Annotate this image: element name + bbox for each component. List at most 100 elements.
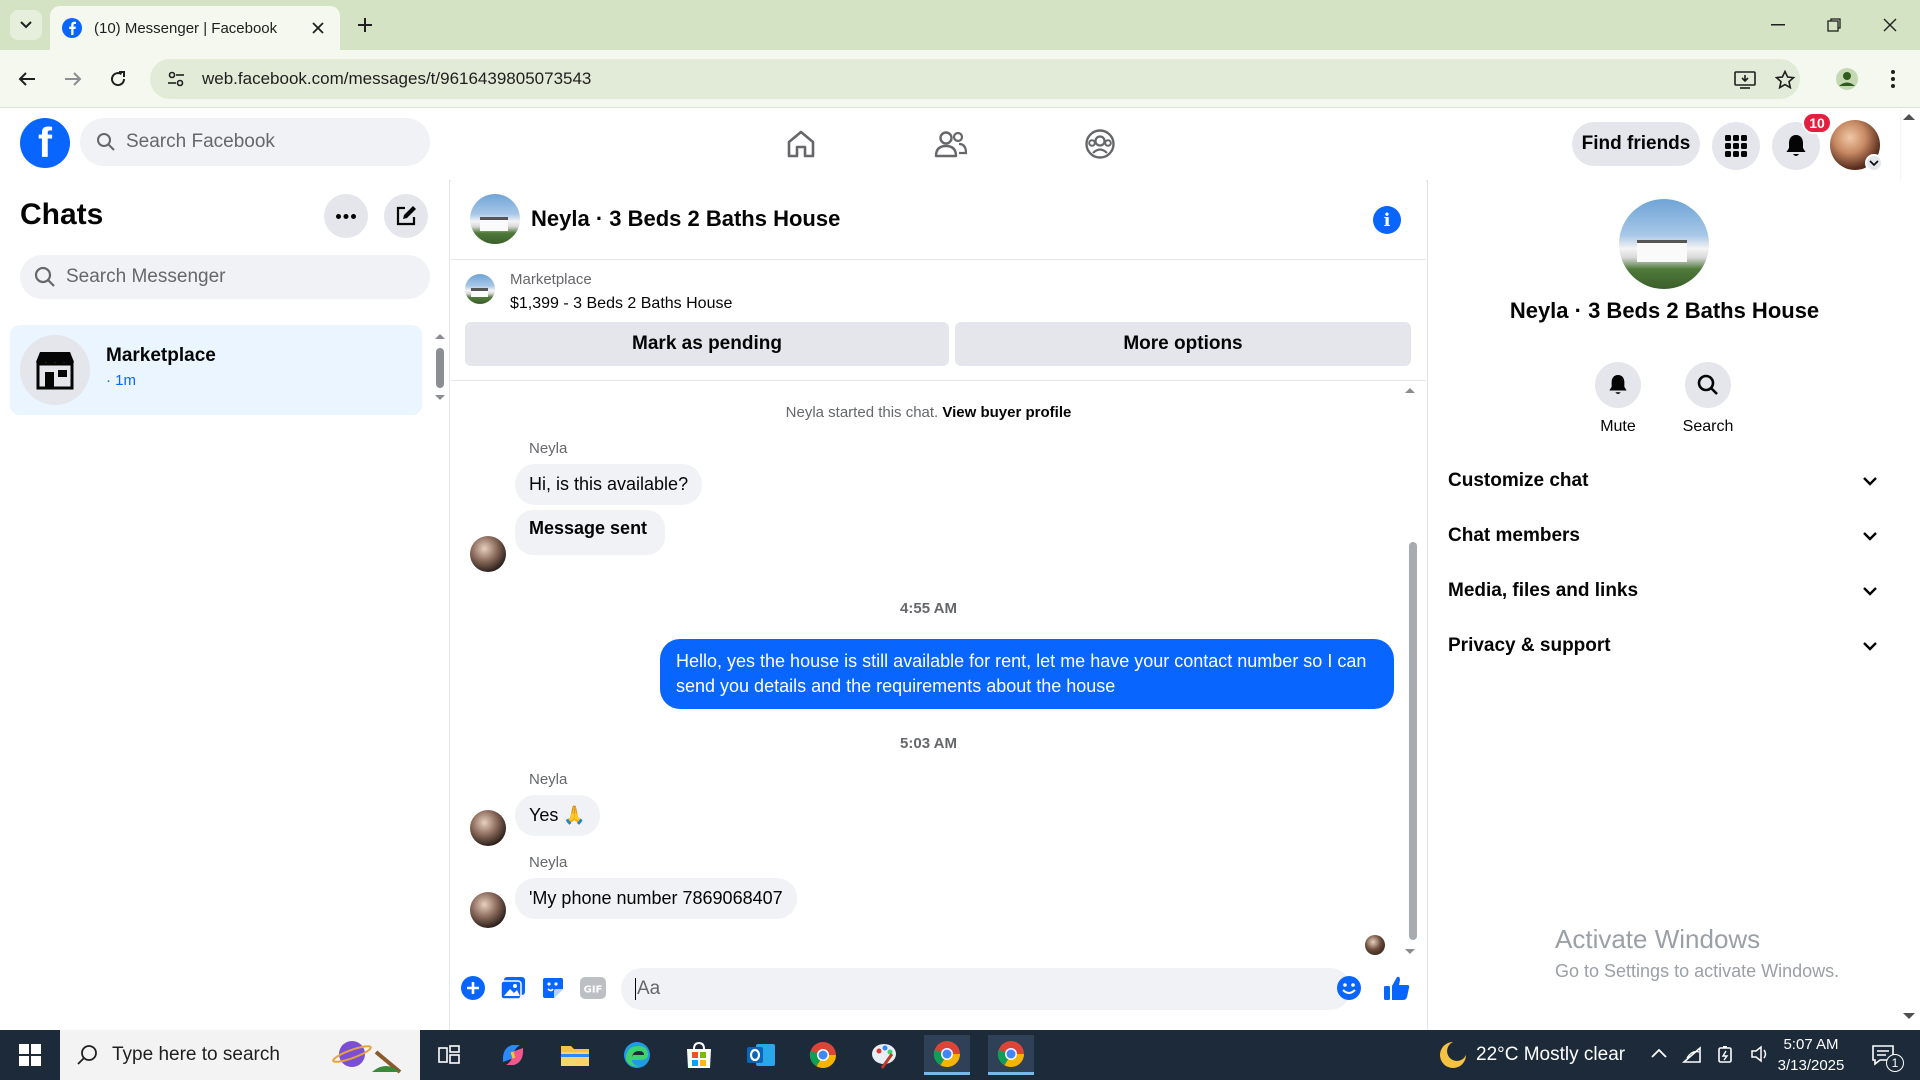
view-buyer-profile-link[interactable]: View buyer profile bbox=[942, 404, 1071, 421]
chats-sidebar: Chats Search Messenger Marketplace · 1m bbox=[0, 180, 450, 1030]
chevron-up-icon[interactable] bbox=[1650, 1044, 1668, 1064]
battery-icon[interactable] bbox=[1716, 1044, 1736, 1064]
scroll-down-arrow-icon[interactable] bbox=[434, 394, 446, 402]
search-action[interactable]: Search bbox=[1658, 362, 1758, 436]
sticker-icon[interactable] bbox=[539, 974, 567, 1002]
chrome-active-window-icon[interactable] bbox=[988, 1035, 1034, 1075]
page-scroll-down-arrow-icon[interactable] bbox=[1902, 1012, 1916, 1021]
chats-scrollbar-thumb[interactable] bbox=[436, 348, 444, 388]
task-view-icon[interactable] bbox=[426, 1035, 472, 1075]
conversation-panel: Neyla · 3 Beds 2 Baths House i Marketpla… bbox=[451, 180, 1426, 1030]
network-icon[interactable] bbox=[1682, 1044, 1702, 1064]
menu-grid-button[interactable] bbox=[1712, 122, 1760, 170]
privacy-support-section[interactable]: Privacy & support bbox=[1448, 626, 1878, 666]
chat-name: Marketplace bbox=[106, 345, 216, 366]
back-arrow-icon[interactable] bbox=[12, 64, 42, 94]
file-explorer-icon[interactable] bbox=[552, 1035, 598, 1075]
info-icon[interactable]: i bbox=[1373, 206, 1401, 234]
scroll-up-arrow-icon[interactable] bbox=[1404, 386, 1416, 394]
microsoft-store-icon[interactable] bbox=[676, 1035, 722, 1075]
thumbs-up-icon[interactable] bbox=[1383, 974, 1411, 1002]
incoming-message-bubble[interactable]: 'My phone number 7869068407 bbox=[515, 878, 797, 919]
more-options-button[interactable]: More options bbox=[955, 322, 1411, 366]
incoming-message-bubble[interactable]: Yes 🙏 bbox=[515, 795, 600, 836]
facebook-search-input[interactable]: Search Facebook bbox=[80, 118, 430, 166]
chats-options-button[interactable] bbox=[324, 194, 368, 238]
bell-icon bbox=[1786, 135, 1806, 156]
browser-tab-messenger[interactable]: (10) Messenger | Facebook bbox=[50, 6, 340, 50]
browser-tab-strip: (10) Messenger | Facebook bbox=[0, 0, 1920, 50]
tab-search-button[interactable] bbox=[10, 10, 42, 40]
close-window-icon[interactable] bbox=[1870, 10, 1910, 40]
tab-close-icon[interactable] bbox=[308, 18, 328, 38]
reload-icon[interactable] bbox=[103, 64, 133, 94]
messenger-search-input[interactable]: Search Messenger bbox=[20, 255, 430, 299]
section-label: Chat members bbox=[1448, 525, 1580, 546]
page-scroll-up-arrow-icon[interactable] bbox=[1902, 112, 1916, 121]
bell-icon bbox=[1595, 362, 1641, 408]
browser-menu-icon[interactable] bbox=[1878, 64, 1908, 94]
facebook-logo[interactable]: f bbox=[20, 118, 70, 168]
account-avatar[interactable] bbox=[1830, 120, 1883, 172]
listing-profile-photo[interactable] bbox=[1619, 199, 1709, 289]
section-label: Privacy & support bbox=[1448, 635, 1611, 656]
message-input-placeholder: Aa bbox=[637, 978, 661, 999]
scroll-up-arrow-icon[interactable] bbox=[434, 332, 446, 340]
restore-window-icon[interactable] bbox=[1814, 10, 1854, 40]
photo-attach-icon[interactable] bbox=[499, 974, 527, 1002]
find-friends-button[interactable]: Find friends bbox=[1572, 122, 1700, 166]
scroll-down-arrow-icon[interactable] bbox=[1404, 948, 1416, 956]
plus-circle-icon[interactable] bbox=[459, 974, 487, 1002]
thread-scrollbar-thumb[interactable] bbox=[1409, 542, 1417, 940]
chrome-window-icon[interactable] bbox=[924, 1035, 970, 1075]
conversation-title[interactable]: Neyla · 3 Beds 2 Baths House bbox=[531, 206, 840, 232]
message-composer: GIF Aa bbox=[451, 964, 1426, 1020]
mute-action[interactable]: Mute bbox=[1568, 362, 1668, 436]
windows-start-icon[interactable] bbox=[0, 1030, 60, 1080]
new-message-button[interactable] bbox=[384, 194, 428, 238]
listing-thumbnail[interactable] bbox=[465, 274, 495, 304]
new-tab-plus-icon[interactable] bbox=[352, 12, 378, 38]
message-input[interactable]: Aa bbox=[621, 968, 1351, 1010]
weather-widget[interactable]: 22°C Mostly clear bbox=[1440, 1030, 1625, 1080]
outlook-icon[interactable] bbox=[738, 1035, 784, 1075]
search-highlight-image-icon bbox=[332, 1041, 402, 1074]
mark-as-pending-button[interactable]: Mark as pending bbox=[465, 322, 949, 366]
compose-icon bbox=[396, 206, 416, 226]
chat-list-item[interactable]: Marketplace · 1m bbox=[10, 325, 422, 415]
watermark-line1: Activate Windows bbox=[1555, 924, 1761, 954]
notification-center-count: 1 bbox=[1886, 1054, 1904, 1072]
forward-arrow-icon[interactable] bbox=[58, 64, 88, 94]
paint-app-icon[interactable] bbox=[862, 1035, 908, 1075]
listing-photo-avatar[interactable] bbox=[470, 194, 520, 244]
profile-icon[interactable] bbox=[1832, 64, 1862, 94]
system-clock[interactable]: 5:07 AM 3/13/2025 bbox=[1766, 1034, 1856, 1076]
taskbar-search-box[interactable]: Type here to search bbox=[60, 1030, 420, 1080]
facebook-search-placeholder: Search Facebook bbox=[126, 131, 275, 152]
incoming-message-bubble[interactable]: Message sent bbox=[515, 510, 665, 555]
chrome-icon[interactable] bbox=[800, 1035, 846, 1075]
sender-avatar[interactable] bbox=[470, 810, 506, 846]
customize-chat-section[interactable]: Customize chat bbox=[1448, 461, 1878, 501]
sender-avatar[interactable] bbox=[470, 536, 506, 572]
copilot-app-icon[interactable] bbox=[490, 1035, 536, 1075]
address-bar[interactable]: web.facebook.com/messages/t/961643980507… bbox=[150, 59, 1800, 99]
home-icon[interactable] bbox=[779, 122, 823, 166]
sender-avatar[interactable] bbox=[470, 892, 506, 928]
search-label: Search bbox=[1682, 418, 1734, 435]
edge-browser-icon[interactable] bbox=[614, 1035, 660, 1075]
site-settings-icon[interactable] bbox=[164, 67, 188, 91]
incoming-message-bubble[interactable]: Hi, is this available? bbox=[515, 464, 703, 505]
outgoing-message-bubble[interactable]: Hello, yes the house is still available … bbox=[660, 639, 1394, 709]
marketplace-label: Marketplace bbox=[510, 271, 592, 288]
install-app-icon[interactable] bbox=[1730, 65, 1760, 95]
bookmark-star-icon[interactable] bbox=[1770, 65, 1800, 95]
friends-icon[interactable] bbox=[929, 122, 973, 166]
emoji-icon[interactable] bbox=[1335, 974, 1363, 1002]
listing-price-title[interactable]: $1,399 - 3 Beds 2 Baths House bbox=[510, 295, 732, 313]
minimize-window-icon[interactable] bbox=[1758, 10, 1798, 40]
chat-members-section[interactable]: Chat members bbox=[1448, 516, 1878, 556]
gif-icon[interactable]: GIF bbox=[579, 974, 607, 1002]
media-files-links-section[interactable]: Media, files and links bbox=[1448, 571, 1878, 611]
groups-icon[interactable] bbox=[1078, 122, 1122, 166]
